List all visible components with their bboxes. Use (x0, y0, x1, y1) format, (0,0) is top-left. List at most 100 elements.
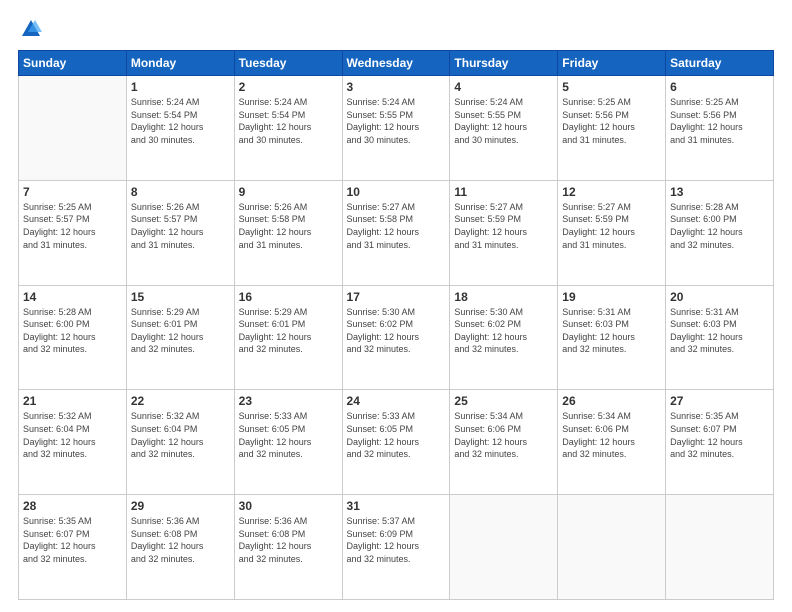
day-info: Sunrise: 5:25 AM Sunset: 5:57 PM Dayligh… (23, 201, 122, 251)
day-info: Sunrise: 5:26 AM Sunset: 5:58 PM Dayligh… (239, 201, 338, 251)
calendar-cell: 20 Sunrise: 5:31 AM Sunset: 6:03 PM Dayli… (666, 285, 774, 390)
day-info: Sunrise: 5:29 AM Sunset: 6:01 PM Dayligh… (131, 306, 230, 356)
calendar-cell: 26 Sunrise: 5:34 AM Sunset: 6:06 PM Dayli… (558, 390, 666, 495)
calendar-cell: 21Sunrise: 5:32 AM Sunset: 6:04 PM Dayli… (19, 390, 127, 495)
day-number: 29 (131, 499, 230, 513)
day-number: 22 (131, 394, 230, 408)
calendar-cell: 13 Sunrise: 5:28 AM Sunset: 6:00 PM Dayli… (666, 180, 774, 285)
day-info: Sunrise: 5:34 AM Sunset: 6:06 PM Dayligh… (562, 410, 661, 460)
calendar-week-row: 28Sunrise: 5:35 AM Sunset: 6:07 PM Dayli… (19, 495, 774, 600)
calendar-week-row: 7 Sunrise: 5:25 AM Sunset: 5:57 PM Daylig… (19, 180, 774, 285)
day-number: 4 (454, 80, 553, 94)
day-number: 19 (562, 290, 661, 304)
calendar-cell: 12Sunrise: 5:27 AM Sunset: 5:59 PM Dayli… (558, 180, 666, 285)
calendar-cell: 1Sunrise: 5:24 AM Sunset: 5:54 PM Daylig… (126, 76, 234, 181)
calendar-week-row: 1Sunrise: 5:24 AM Sunset: 5:54 PM Daylig… (19, 76, 774, 181)
day-number: 15 (131, 290, 230, 304)
calendar-cell: 5 Sunrise: 5:25 AM Sunset: 5:56 PM Daylig… (558, 76, 666, 181)
calendar-cell: 19 Sunrise: 5:31 AM Sunset: 6:03 PM Dayli… (558, 285, 666, 390)
weekday-header-saturday: Saturday (666, 51, 774, 76)
calendar-cell: 30 Sunrise: 5:36 AM Sunset: 6:08 PM Dayli… (234, 495, 342, 600)
calendar-week-row: 21 Sunrise: 5:32 AM Sunset: 6:04 PM Dayli… (19, 390, 774, 495)
day-number: 11 (454, 185, 553, 199)
day-number: 17 (347, 290, 446, 304)
calendar-cell: 29 Sunrise: 5:36 AM Sunset: 6:08 PM Dayli… (126, 495, 234, 600)
calendar-cell (666, 495, 774, 600)
calendar-cell: 23 Sunrise: 5:33 AM Sunset: 6:05 PM Dayli… (234, 390, 342, 495)
day-number: 3 (347, 80, 446, 94)
calendar-cell: 8Sunrise: 5:26 AM Sunset: 5:57 PM Daylig… (126, 180, 234, 285)
day-info: Sunrise: 5:35 AM Sunset: 6:07 PM Dayligh… (670, 410, 769, 460)
calendar-cell: 14Sunrise: 5:28 AM Sunset: 6:00 PM Dayli… (19, 285, 127, 390)
day-info: Sunrise: 5:24 AM Sunset: 5:55 PM Dayligh… (454, 96, 553, 146)
calendar-cell: 22 Sunrise: 5:32 AM Sunset: 6:04 PM Dayli… (126, 390, 234, 495)
day-info: Sunrise: 5:37 AM Sunset: 6:09 PM Dayligh… (347, 515, 446, 565)
weekday-header-friday: Friday (558, 51, 666, 76)
day-info: Sunrise: 5:35 AM Sunset: 6:07 PM Dayligh… (23, 515, 122, 565)
logo-icon (20, 18, 42, 40)
day-number: 13 (670, 185, 769, 199)
calendar-cell: 10 Sunrise: 5:27 AM Sunset: 5:58 PM Dayli… (342, 180, 450, 285)
day-info: Sunrise: 5:36 AM Sunset: 6:08 PM Dayligh… (239, 515, 338, 565)
calendar-cell: 18Sunrise: 5:30 AM Sunset: 6:02 PM Dayli… (450, 285, 558, 390)
day-info: Sunrise: 5:27 AM Sunset: 5:59 PM Dayligh… (454, 201, 553, 251)
day-number: 26 (562, 394, 661, 408)
calendar-cell: 3 Sunrise: 5:24 AM Sunset: 5:55 PM Daylig… (342, 76, 450, 181)
day-info: Sunrise: 5:25 AM Sunset: 5:56 PM Dayligh… (670, 96, 769, 146)
calendar-cell: 11 Sunrise: 5:27 AM Sunset: 5:59 PM Dayli… (450, 180, 558, 285)
calendar-cell (450, 495, 558, 600)
calendar-cell: 6 Sunrise: 5:25 AM Sunset: 5:56 PM Daylig… (666, 76, 774, 181)
calendar-cell: 17 Sunrise: 5:30 AM Sunset: 6:02 PM Dayli… (342, 285, 450, 390)
logo (18, 18, 42, 40)
day-number: 14 (23, 290, 122, 304)
day-info: Sunrise: 5:29 AM Sunset: 6:01 PM Dayligh… (239, 306, 338, 356)
calendar-cell: 28Sunrise: 5:35 AM Sunset: 6:07 PM Dayli… (19, 495, 127, 600)
day-number: 1 (131, 80, 230, 94)
weekday-header-monday: Monday (126, 51, 234, 76)
day-number: 6 (670, 80, 769, 94)
day-number: 5 (562, 80, 661, 94)
weekday-header-wednesday: Wednesday (342, 51, 450, 76)
header (18, 18, 774, 40)
day-number: 23 (239, 394, 338, 408)
calendar-cell: 7 Sunrise: 5:25 AM Sunset: 5:57 PM Daylig… (19, 180, 127, 285)
calendar-cell: 4 Sunrise: 5:24 AM Sunset: 5:55 PM Daylig… (450, 76, 558, 181)
day-info: Sunrise: 5:30 AM Sunset: 6:02 PM Dayligh… (347, 306, 446, 356)
weekday-header-sunday: Sunday (19, 51, 127, 76)
day-info: Sunrise: 5:36 AM Sunset: 6:08 PM Dayligh… (131, 515, 230, 565)
day-info: Sunrise: 5:31 AM Sunset: 6:03 PM Dayligh… (670, 306, 769, 356)
day-info: Sunrise: 5:32 AM Sunset: 6:04 PM Dayligh… (131, 410, 230, 460)
day-number: 20 (670, 290, 769, 304)
day-number: 21 (23, 394, 122, 408)
day-info: Sunrise: 5:25 AM Sunset: 5:56 PM Dayligh… (562, 96, 661, 146)
day-info: Sunrise: 5:31 AM Sunset: 6:03 PM Dayligh… (562, 306, 661, 356)
calendar-week-row: 14Sunrise: 5:28 AM Sunset: 6:00 PM Dayli… (19, 285, 774, 390)
calendar-cell: 16 Sunrise: 5:29 AM Sunset: 6:01 PM Dayli… (234, 285, 342, 390)
day-number: 24 (347, 394, 446, 408)
day-info: Sunrise: 5:27 AM Sunset: 5:59 PM Dayligh… (562, 201, 661, 251)
weekday-header-row: SundayMondayTuesdayWednesdayThursdayFrid… (19, 51, 774, 76)
day-info: Sunrise: 5:33 AM Sunset: 6:05 PM Dayligh… (239, 410, 338, 460)
calendar-cell: 9 Sunrise: 5:26 AM Sunset: 5:58 PM Daylig… (234, 180, 342, 285)
day-info: Sunrise: 5:26 AM Sunset: 5:57 PM Dayligh… (131, 201, 230, 251)
day-number: 16 (239, 290, 338, 304)
calendar-cell: 15 Sunrise: 5:29 AM Sunset: 6:01 PM Dayli… (126, 285, 234, 390)
page: SundayMondayTuesdayWednesdayThursdayFrid… (0, 0, 792, 612)
weekday-header-thursday: Thursday (450, 51, 558, 76)
day-info: Sunrise: 5:24 AM Sunset: 5:55 PM Dayligh… (347, 96, 446, 146)
calendar-body: 1Sunrise: 5:24 AM Sunset: 5:54 PM Daylig… (19, 76, 774, 600)
day-number: 10 (347, 185, 446, 199)
calendar-cell: 31Sunrise: 5:37 AM Sunset: 6:09 PM Dayli… (342, 495, 450, 600)
day-info: Sunrise: 5:27 AM Sunset: 5:58 PM Dayligh… (347, 201, 446, 251)
day-number: 30 (239, 499, 338, 513)
day-info: Sunrise: 5:30 AM Sunset: 6:02 PM Dayligh… (454, 306, 553, 356)
day-info: Sunrise: 5:28 AM Sunset: 6:00 PM Dayligh… (670, 201, 769, 251)
calendar-cell: 25Sunrise: 5:34 AM Sunset: 6:06 PM Dayli… (450, 390, 558, 495)
calendar-cell: 2Sunrise: 5:24 AM Sunset: 5:54 PM Daylig… (234, 76, 342, 181)
day-number: 7 (23, 185, 122, 199)
day-number: 2 (239, 80, 338, 94)
day-number: 25 (454, 394, 553, 408)
weekday-header-tuesday: Tuesday (234, 51, 342, 76)
calendar-header: SundayMondayTuesdayWednesdayThursdayFrid… (19, 51, 774, 76)
day-number: 9 (239, 185, 338, 199)
